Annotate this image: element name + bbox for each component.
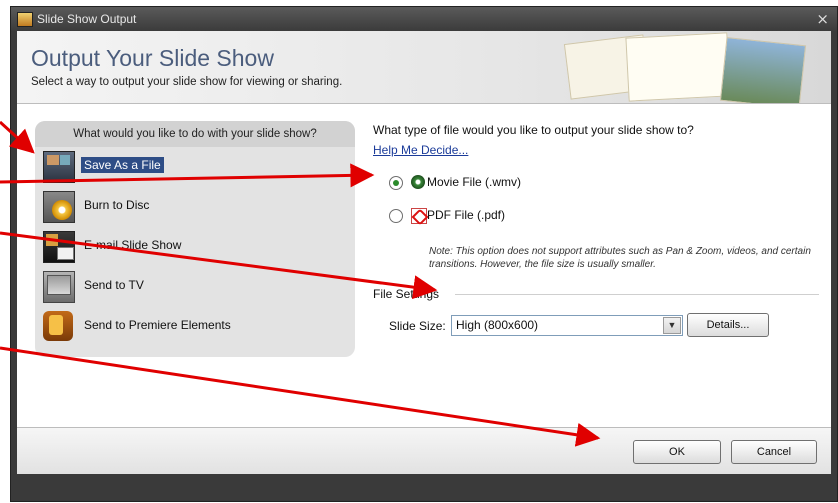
pdf-icon xyxy=(411,208,427,224)
details-button[interactable]: Details... xyxy=(687,313,769,337)
page-title: Output Your Slide Show xyxy=(31,45,274,71)
app-icon xyxy=(17,12,33,27)
option-label: Save As a File xyxy=(81,157,164,173)
premiere-elements-icon xyxy=(43,311,73,341)
pdf-note: Note: This option does not support attri… xyxy=(429,246,811,270)
output-options-heading: What would you like to do with your slid… xyxy=(35,121,355,147)
slide-show-output-dialog: Slide Show Output × Output Your Slide Sh… xyxy=(10,6,838,502)
option-send-to-tv[interactable]: Send to TV xyxy=(40,269,340,303)
email-icon xyxy=(43,231,75,263)
ok-button[interactable]: OK xyxy=(633,440,721,464)
movie-file-icon xyxy=(411,175,425,189)
option-label: Burn to Disc xyxy=(84,198,150,212)
option-label: Send to Premiere Elements xyxy=(84,318,231,332)
radio-label: Movie File (.wmv) xyxy=(427,175,522,189)
radio-button[interactable] xyxy=(389,209,403,223)
dialog-footer: OK Cancel xyxy=(17,427,831,474)
option-label: Send to TV xyxy=(84,278,144,292)
option-burn-to-disc[interactable]: Burn to Disc xyxy=(40,189,340,223)
file-type-question: What type of file would you like to outp… xyxy=(373,123,694,137)
cancel-button[interactable]: Cancel xyxy=(731,440,817,464)
help-me-decide-link[interactable]: Help Me Decide... xyxy=(373,143,468,157)
window-title: Slide Show Output xyxy=(37,12,137,26)
file-settings-divider xyxy=(455,294,819,295)
output-options-panel: What would you like to do with your slid… xyxy=(35,121,355,357)
slide-size-dropdown[interactable]: High (800x600) ▼ xyxy=(451,315,683,336)
disc-icon xyxy=(43,191,75,223)
close-icon[interactable]: × xyxy=(816,10,829,28)
dialog-header: Output Your Slide Show Select a way to o… xyxy=(17,31,831,104)
slide-size-label: Slide Size: xyxy=(389,319,446,333)
decorative-calendar xyxy=(625,32,731,102)
option-label: E-mail Slide Show xyxy=(84,238,182,252)
tv-icon xyxy=(43,271,75,303)
decorative-landscape-photo xyxy=(719,36,807,103)
slide-size-value: High (800x600) xyxy=(456,318,539,332)
radio-button-selected[interactable] xyxy=(389,176,403,190)
option-send-to-premiere[interactable]: Send to Premiere Elements xyxy=(40,309,340,343)
save-file-icon xyxy=(43,151,75,183)
radio-label: PDF File (.pdf) xyxy=(427,208,506,222)
title-bar[interactable]: Slide Show Output × xyxy=(11,7,837,31)
dialog-content: Output Your Slide Show Select a way to o… xyxy=(17,31,831,474)
option-email-slide-show[interactable]: E-mail Slide Show xyxy=(40,229,340,263)
option-save-as-file[interactable]: Save As a File xyxy=(40,149,340,183)
file-settings-label: File Settings xyxy=(373,287,440,301)
chevron-down-icon[interactable]: ▼ xyxy=(663,317,681,334)
header-photos-decoration xyxy=(555,31,825,103)
page-subtitle: Select a way to output your slide show f… xyxy=(31,76,343,88)
